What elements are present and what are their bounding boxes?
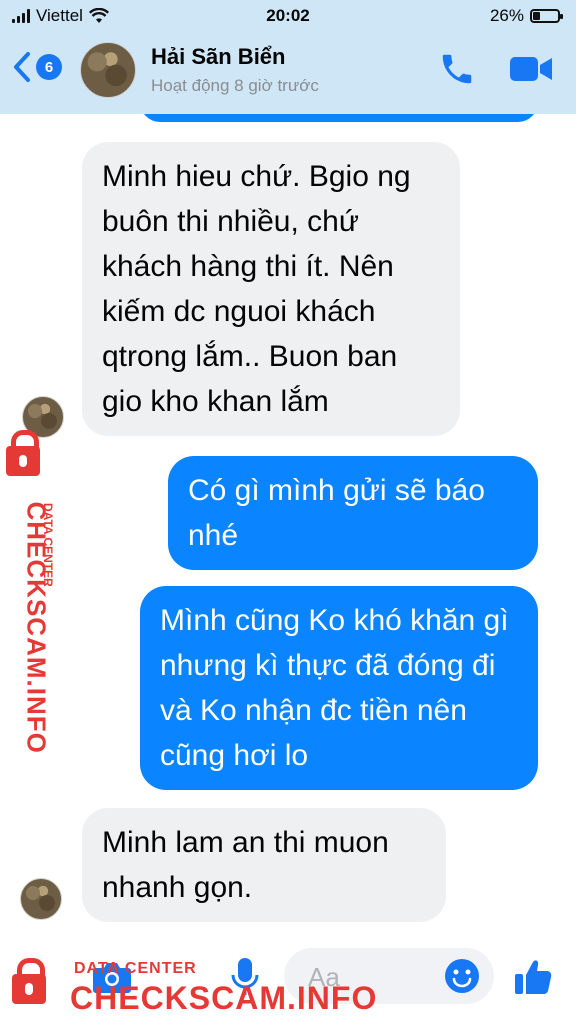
- composer-bar: Aa DATA CENTER CHECKSCAM.INFO: [0, 934, 576, 1024]
- message-bubble-outgoing[interactable]: Mình cũng Ko khó khăn gì nhưng kì thực đ…: [140, 586, 538, 790]
- emoji-icon[interactable]: [444, 958, 480, 994]
- watermark-side: DATA CENTER CHECKSCAM.INFO: [4, 426, 66, 754]
- status-bar: Viettel 20:02 26%: [0, 0, 576, 32]
- message-bubble-incoming[interactable]: Minh hieu chứ. Bgio ng buôn thi nhiều, c…: [82, 142, 460, 436]
- conversation-header: 6 Hải Sãn Biển Hoạt động 8 giờ trước: [0, 32, 576, 114]
- message-bubble-outgoing[interactable]: Có gì mình gửi sẽ báo nhé: [168, 456, 538, 570]
- watermark-text: CHECKSCAM.INFO: [21, 501, 52, 754]
- contact-avatar[interactable]: [80, 42, 136, 98]
- message-bubble-incoming[interactable]: Minh lam an thi muon nhanh gọn.: [82, 808, 446, 922]
- back-button[interactable]: 6: [10, 50, 62, 84]
- thumbs-up-icon[interactable]: [512, 956, 554, 998]
- lock-icon: [12, 958, 46, 1004]
- battery-icon: [530, 9, 563, 23]
- previous-message-bubble[interactable]: [140, 114, 538, 122]
- watermark-small-text: DATA CENTER: [74, 960, 197, 977]
- unread-count-badge: 6: [36, 54, 62, 80]
- chevron-left-icon: [14, 52, 30, 82]
- lock-icon: [6, 430, 40, 476]
- sender-avatar: [20, 878, 62, 920]
- message-list[interactable]: Minh hieu chứ. Bgio ng buôn thi nhiều, c…: [0, 114, 576, 934]
- battery-percent: 26%: [489, 6, 524, 25]
- watermark-text: CHECKSCAM.INFO: [70, 980, 378, 1016]
- battery-level-fill: [533, 12, 540, 20]
- phone-call-icon[interactable]: [438, 50, 476, 88]
- battery-group: 26%: [489, 6, 563, 26]
- contact-status: Hoạt động 8 giờ trước: [151, 76, 319, 95]
- video-call-icon[interactable]: [508, 52, 554, 86]
- contact-name[interactable]: Hải Sãn Biển: [151, 44, 285, 70]
